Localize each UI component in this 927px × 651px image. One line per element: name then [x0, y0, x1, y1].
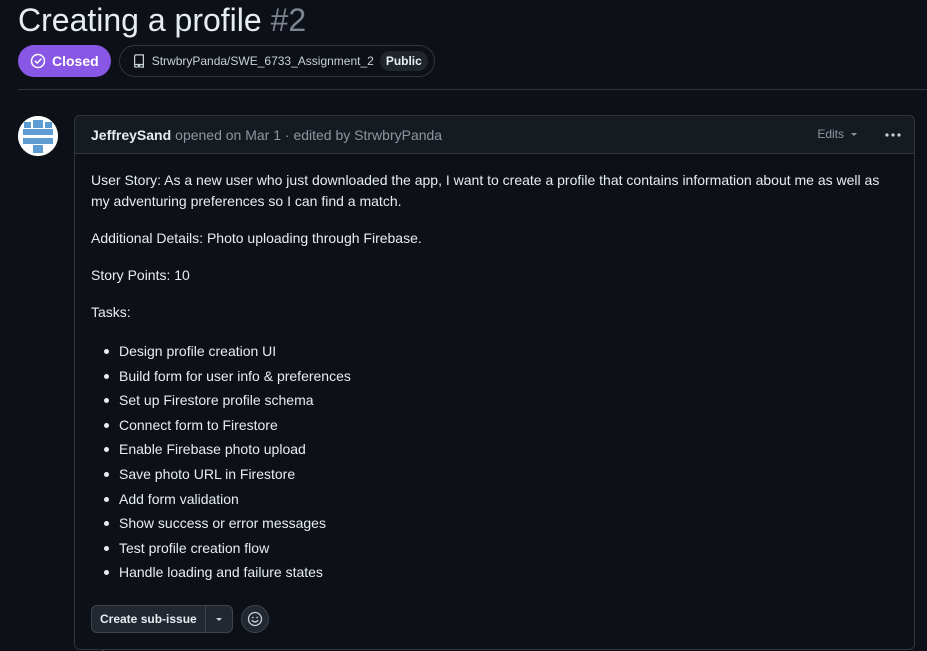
status-badge: Closed — [18, 45, 111, 77]
list-item: Set up Firestore profile schema — [91, 388, 898, 413]
list-item: Show success or error messages — [91, 511, 898, 536]
repo-link[interactable]: StrwbryPanda/SWE_6733_Assignment_2 Publi… — [118, 45, 435, 77]
list-item: Build form for user info & preferences — [91, 364, 898, 389]
visibility-label: Public — [379, 51, 428, 71]
smiley-icon — [247, 611, 263, 627]
comment-author[interactable]: JeffreySand — [91, 127, 171, 143]
avatar[interactable] — [18, 116, 58, 156]
avatar-identicon — [18, 116, 58, 156]
comment-header: JeffreySand opened on Mar 1 · edited by … — [75, 116, 914, 154]
issue-number: #2 — [270, 2, 307, 38]
add-reaction-button[interactable] — [240, 605, 269, 633]
user-story-paragraph: User Story: As a new user who just downl… — [91, 172, 880, 209]
kebab-horizontal-icon — [884, 132, 902, 138]
list-item: Save photo URL in Firestore — [91, 462, 898, 487]
create-sub-issue-group: Create sub-issue — [91, 605, 233, 633]
issue-comment: JeffreySand opened on Mar 1 · edited by … — [74, 115, 915, 650]
triangle-down-icon — [213, 613, 225, 625]
closed-issue-icon — [30, 53, 46, 69]
list-item: Handle loading and failure states — [91, 560, 898, 585]
task-list: Design profile creation UI Build form fo… — [91, 339, 898, 585]
list-item: Test profile creation flow — [91, 536, 898, 561]
issue-meta-row: Closed StrwbryPanda/SWE_6733_Assignment_… — [18, 45, 435, 77]
header-divider — [18, 89, 927, 90]
comment-meta: opened on Mar 1 · edited by StrwbryPanda — [175, 126, 443, 143]
edits-dropdown[interactable]: Edits — [817, 127, 860, 141]
triangle-down-icon — [848, 128, 860, 140]
issue-title-row: Creating a profile #2 — [18, 0, 306, 40]
create-sub-issue-button[interactable]: Create sub-issue — [92, 606, 206, 632]
additional-details-paragraph: Additional Details: Photo uploading thro… — [91, 230, 422, 246]
story-points-paragraph: Story Points: 10 — [91, 267, 190, 283]
repo-icon — [132, 54, 146, 68]
status-label: Closed — [52, 53, 99, 69]
sub-issue-dropdown-button[interactable] — [206, 606, 232, 632]
list-item: Enable Firebase photo upload — [91, 437, 898, 462]
comment-actions: Create sub-issue — [91, 605, 269, 633]
repo-name: StrwbryPanda/SWE_6733_Assignment_2 — [151, 54, 374, 68]
tasks-heading: Tasks: — [91, 304, 131, 320]
list-item: Connect form to Firestore — [91, 413, 898, 438]
comment-body: User Story: As a new user who just downl… — [75, 154, 914, 585]
list-item: Design profile creation UI — [91, 339, 898, 364]
issue-title: Creating a profile — [18, 2, 262, 38]
edits-label: Edits — [817, 127, 844, 141]
list-item: Add form validation — [91, 487, 898, 512]
comment-options-button[interactable] — [882, 124, 904, 146]
